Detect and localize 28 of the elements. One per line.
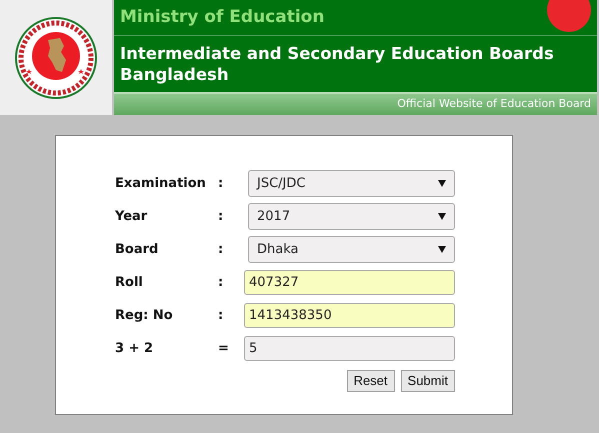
flag-icon <box>547 0 591 32</box>
separator-text: : <box>218 274 224 292</box>
input-field[interactable]: 1413438350 <box>244 303 455 328</box>
submit-button[interactable]: Submit <box>400 370 455 392</box>
emblem-icon <box>14 16 98 100</box>
input-field[interactable]: 5 <box>244 336 455 361</box>
field-label: Board <box>115 240 160 259</box>
reset-button[interactable]: Reset <box>346 370 395 392</box>
separator-text: = <box>218 340 230 358</box>
field-label: 3 + 2 <box>115 340 154 358</box>
separator-text: : <box>218 208 224 226</box>
caret-icon <box>438 180 446 187</box>
field-label: Roll <box>115 274 144 292</box>
site-title: Intermediate and Secondary Education Boards Bangladesh <box>120 43 555 85</box>
field-label: Year <box>115 208 148 226</box>
dropdown[interactable]: JSC/JDC <box>248 170 455 197</box>
subtitle-text: Official Website of Education Board <box>397 96 591 112</box>
dropdown[interactable]: Dhaka <box>248 236 455 263</box>
caret-icon <box>438 246 446 253</box>
separator-text: : <box>218 306 224 325</box>
separator-text: : <box>218 240 224 259</box>
caret-icon <box>438 213 446 220</box>
field-label: Reg: No <box>115 306 174 325</box>
field-label: Examination <box>115 174 207 193</box>
dropdown[interactable]: 2017 <box>248 203 455 230</box>
input-field[interactable]: 407327 <box>244 270 455 295</box>
ministry-name: Ministry of Education <box>120 6 324 29</box>
separator-text: : <box>218 174 224 193</box>
